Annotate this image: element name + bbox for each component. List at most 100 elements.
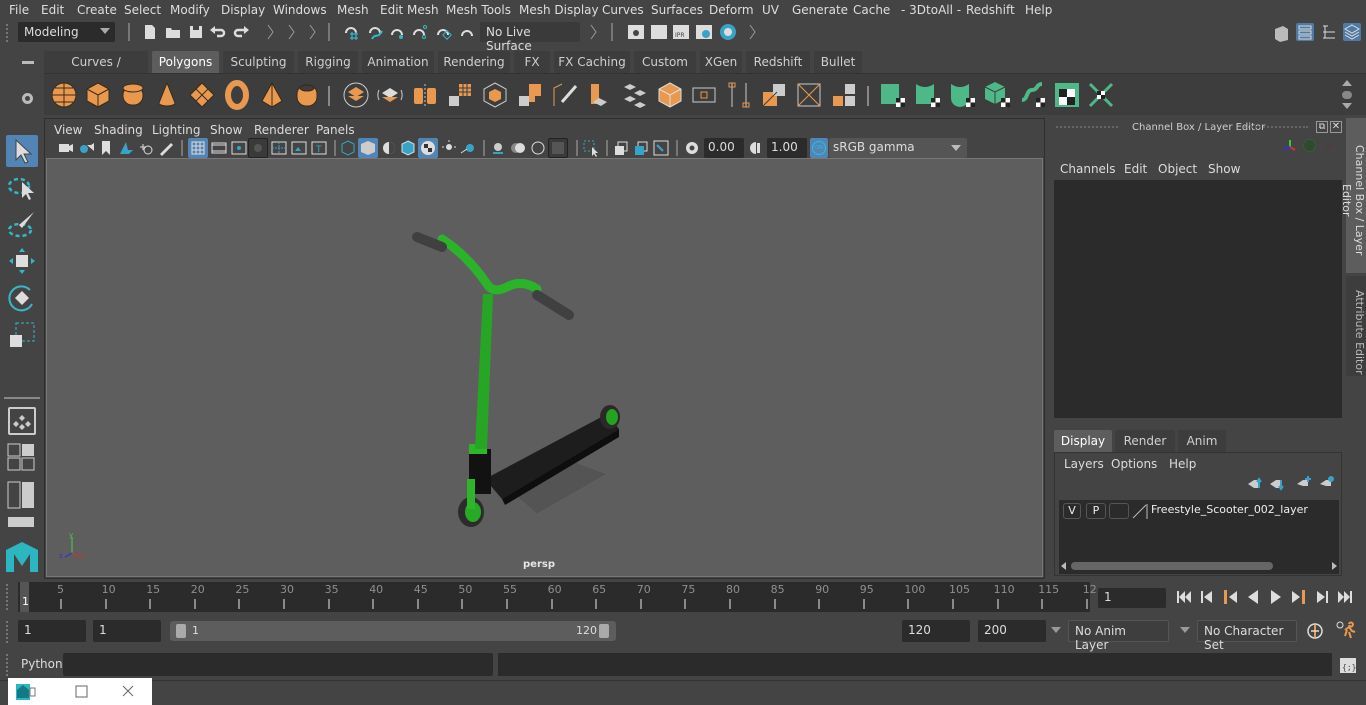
bridge-icon[interactable] [620, 80, 650, 110]
live-surface-field[interactable]: No Live Surface [480, 22, 580, 53]
auto-key-icon[interactable] [1306, 622, 1324, 640]
vp-menu-lighting[interactable]: Lighting [152, 123, 201, 137]
scale-tool[interactable] [6, 319, 38, 351]
exposure-field[interactable]: 0.00 [704, 138, 744, 158]
tool-settings-toggle-icon[interactable] [1320, 23, 1338, 41]
collapse-arrow-icon[interactable] [304, 23, 322, 41]
poly-pyramid-icon[interactable] [257, 80, 287, 110]
poly-cylinder-icon[interactable] [118, 80, 148, 110]
move-tool[interactable] [6, 245, 38, 277]
poly-plane-icon[interactable] [187, 80, 217, 110]
snap-point-icon[interactable] [388, 23, 406, 41]
separate-icon[interactable] [375, 80, 405, 110]
collapse-arrow-icon[interactable] [262, 23, 280, 41]
menu-modify[interactable]: Modify [170, 3, 210, 17]
vp-menu-panels[interactable]: Panels [316, 123, 355, 137]
perspective-viewport[interactable]: y x z persp [46, 158, 1043, 577]
gamma-field[interactable]: 1.00 [767, 138, 807, 158]
menu-3dtoall[interactable]: - 3DtoAll - [901, 3, 961, 17]
field-chart-icon[interactable] [270, 139, 288, 157]
camera-attributes-icon[interactable] [77, 139, 95, 157]
spherical-uv-icon[interactable] [948, 80, 978, 110]
panel-drag-handle[interactable] [1056, 126, 1118, 130]
move-layer-down-icon[interactable] [1269, 477, 1285, 491]
shadows-icon[interactable] [459, 139, 477, 157]
snap-surface-icon[interactable] [458, 23, 476, 41]
menu-deform[interactable]: Deform [709, 3, 754, 17]
poly-sphere-icon[interactable] [49, 80, 79, 110]
tab-bullet[interactable]: Bullet [814, 51, 862, 73]
menu-windows[interactable]: Windows [273, 3, 327, 17]
menu-file[interactable]: File [9, 3, 29, 17]
open-scene-icon[interactable] [164, 23, 182, 41]
menu-curves[interactable]: Curves [602, 3, 644, 17]
script-editor-icon[interactable]: {;} [1338, 655, 1358, 675]
side-tab-attribute-editor[interactable]: Attribute Editor [1346, 276, 1366, 376]
save-scene-icon[interactable] [187, 23, 205, 41]
tab-curves-surfaces[interactable]: Curves / Surfaces [44, 51, 148, 91]
target-weld-icon[interactable] [794, 80, 824, 110]
2d-pan-zoom-icon[interactable] [137, 139, 155, 157]
isolate-select-icon[interactable] [489, 139, 507, 157]
scroll-down-icon[interactable] [1342, 103, 1352, 109]
anim-layer-dropdown[interactable]: No Anim Layer [1068, 620, 1169, 652]
unfold-uv-icon[interactable] [1018, 80, 1048, 110]
vp-menu-show[interactable]: Show [210, 123, 242, 137]
maya-app-icon[interactable] [14, 682, 36, 702]
cb-menu-show[interactable]: Show [1208, 162, 1240, 176]
drag-handle[interactable] [6, 24, 10, 42]
speed-icon[interactable] [1303, 139, 1316, 152]
new-layer-selected-icon[interactable] [1319, 475, 1335, 489]
side-tab-channel-box[interactable]: Channel Box / Layer Editor [1340, 118, 1366, 273]
layer-visibility-toggle[interactable]: V [1063, 503, 1081, 519]
layer-tab-render[interactable]: Render [1115, 430, 1175, 452]
animation-end-field[interactable]: 200 [978, 620, 1046, 642]
outliner-persp-layout-button[interactable] [6, 481, 38, 509]
layer-row[interactable]: V P Freestyle_Scooter_002_layer [1059, 500, 1339, 522]
layer-display-type-toggle[interactable] [1109, 503, 1129, 519]
shelf-menu-icon[interactable] [22, 61, 34, 64]
poly-cube-icon[interactable] [83, 80, 113, 110]
vp-menu-shading[interactable]: Shading [94, 123, 143, 137]
menu-mesh[interactable]: Mesh [337, 3, 369, 17]
safe-action-icon[interactable] [290, 139, 308, 157]
tab-rendering[interactable]: Rendering [438, 51, 510, 73]
render-settings-icon[interactable] [695, 23, 713, 41]
character-set-dropdown[interactable]: No Character Set [1197, 620, 1297, 652]
mode-dropdown[interactable]: Modeling [18, 22, 115, 42]
layer-menu-help[interactable]: Help [1169, 457, 1196, 471]
xray-icon[interactable] [509, 139, 527, 157]
render-current-frame-icon[interactable] [650, 23, 668, 41]
tab-fx[interactable]: FX [514, 51, 550, 73]
time-slider[interactable]: 1 5 10 15 20 25 30 35 40 45 50 55 60 65 70 75 80 85 90 95 1… [18, 582, 1097, 612]
panel-drag-handle[interactable] [1244, 126, 1308, 130]
undo-icon[interactable] [209, 23, 227, 41]
merge-icon[interactable] [759, 80, 789, 110]
vp-menu-renderer[interactable]: Renderer [254, 123, 309, 137]
cb-menu-channels[interactable]: Channels [1060, 162, 1116, 176]
tab-fx-caching[interactable]: FX Caching [554, 51, 630, 73]
range-end-handle[interactable] [599, 624, 609, 638]
planar-uv-icon[interactable] [878, 80, 908, 110]
xray-components-toggle[interactable] [548, 138, 568, 158]
go-to-end-icon[interactable] [1336, 588, 1354, 606]
color-management-toggle[interactable]: ON [810, 138, 828, 158]
collapse-arrow-icon[interactable] [744, 23, 762, 41]
menu-select[interactable]: Select [124, 3, 161, 17]
gear-icon[interactable] [22, 93, 33, 104]
gamma-icon[interactable] [747, 139, 765, 157]
multi-cut-icon[interactable] [550, 80, 580, 110]
new-layer-icon[interactable] [1296, 475, 1312, 489]
wireframe-icon[interactable] [339, 139, 357, 157]
layer-color-swatch-icon[interactable] [1132, 503, 1148, 519]
view-transform-dropdown[interactable]: sRGB gamma [829, 138, 967, 158]
image-plane-icon[interactable] [117, 139, 135, 157]
range-slider[interactable]: 1 120 [170, 621, 616, 641]
step-back-icon[interactable] [1198, 588, 1216, 606]
scroll-left-icon[interactable] [1061, 562, 1066, 570]
cylindrical-uv-icon[interactable] [913, 80, 943, 110]
layer-name[interactable]: Freestyle_Scooter_002_layer [1151, 503, 1308, 516]
menu-generate[interactable]: Generate [792, 3, 848, 17]
extract-icon[interactable] [480, 80, 510, 110]
uv-editor-icon[interactable] [1052, 80, 1082, 110]
